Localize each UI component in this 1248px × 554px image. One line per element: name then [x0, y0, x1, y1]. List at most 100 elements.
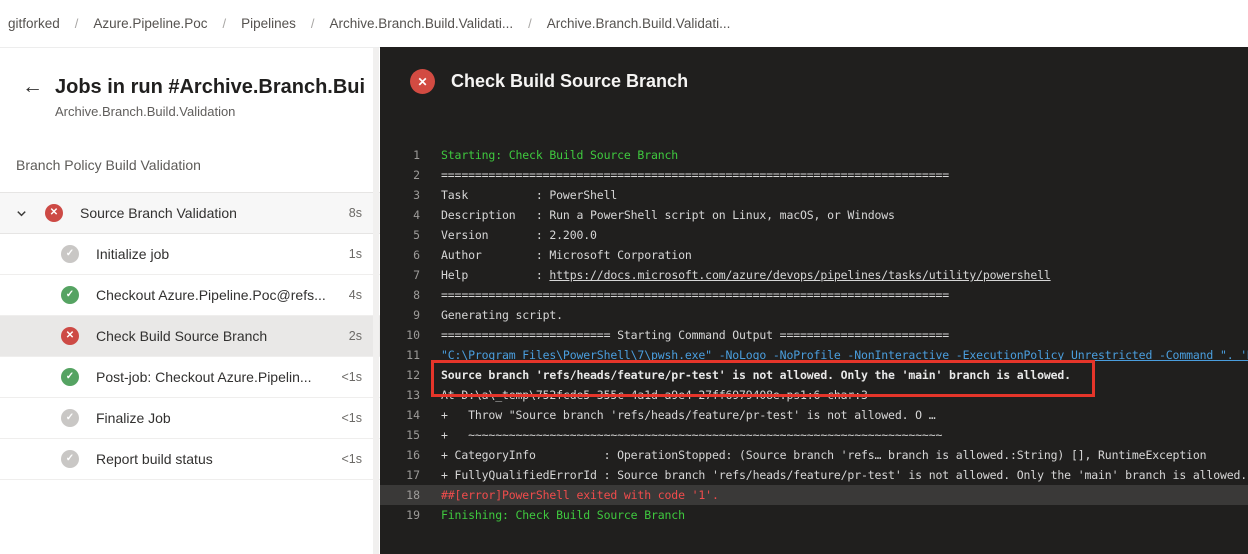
- log-text-wrap: Author : Microsoft Corporation: [441, 248, 692, 262]
- log-line: 18 ##[error]PowerShell exited with code '…: [380, 485, 1248, 505]
- log-line: 10 ========================= Starting Com…: [380, 325, 1248, 345]
- job-list: ✕ Source Branch Validation 8s ✓ Initialize j…: [0, 192, 380, 480]
- line-number: 7: [413, 268, 420, 282]
- job-row[interactable]: ✓ Post-job: Checkout Azure.Pipelin... <1s: [0, 357, 380, 398]
- success-icon: ✓: [61, 368, 79, 386]
- log-text-wrap: Help : https://docs.microsoft.com/azure/…: [441, 268, 1051, 282]
- line-number: 19: [406, 508, 420, 522]
- log-line: 2 =======================================…: [380, 165, 1248, 185]
- line-number: 16: [406, 448, 420, 462]
- log-text-wrap: Finishing: Check Build Source Branch: [441, 508, 685, 522]
- line-number: 14: [406, 408, 420, 422]
- line-number: 10: [406, 328, 420, 342]
- log-text: Author : Microsoft Corporation: [441, 248, 692, 262]
- log-text: Help :: [441, 268, 550, 282]
- line-number: 5: [413, 228, 420, 242]
- error-icon: ✕: [410, 69, 435, 94]
- command-link[interactable]: "C:\Program Files\PowerShell\7\pwsh.exe"…: [441, 348, 1248, 362]
- log-text-wrap: ========================= Starting Comma…: [441, 328, 949, 342]
- log-text: At D:\a\_temp\752fcde5-355c-4a1d-a9e4-27…: [441, 388, 868, 402]
- line-number: 13: [406, 388, 420, 402]
- log-panel: ✕ Check Build Source Branch 1 Starting: C…: [380, 47, 1248, 554]
- job-duration: <1s: [341, 452, 362, 466]
- job-duration: 8s: [348, 206, 362, 220]
- job-row[interactable]: ✓ Finalize Job <1s: [0, 398, 380, 439]
- sidebar-header: ← Jobs in run #Archive.Branch.Buil... Ar…: [0, 48, 380, 119]
- log-lines: 1 Starting: Check Build Source Branch 2 ===…: [380, 145, 1248, 525]
- log-text: ##[error]PowerShell exited with code '1'…: [441, 488, 719, 502]
- log-text-wrap: Description : Run a PowerShell script on…: [441, 208, 895, 222]
- log-text-wrap: + Throw "Source branch 'refs/heads/featu…: [441, 408, 936, 422]
- back-arrow-icon[interactable]: ←: [22, 74, 48, 100]
- log-header: ✕ Check Build Source Branch: [380, 47, 1248, 94]
- log-line: 12 Source branch 'refs/heads/feature/pr-t…: [380, 365, 1248, 385]
- job-row[interactable]: ✕ Check Build Source Branch 2s: [0, 316, 380, 357]
- line-number: 6: [413, 248, 420, 262]
- log-line: 17 + FullyQualifiedErrorId : Source branc…: [380, 465, 1248, 485]
- job-label: Finalize Job: [96, 410, 171, 426]
- log-title: Check Build Source Branch: [451, 71, 689, 91]
- line-number: 8: [413, 288, 420, 302]
- job-row[interactable]: ✓ Initialize job 1s: [0, 234, 380, 275]
- log-text: + CategoryInfo : OperationStopped: (Sour…: [441, 448, 1207, 462]
- skipped-icon: ✓: [61, 245, 79, 263]
- stage-section-label: Branch Policy Build Validation: [16, 157, 201, 173]
- log-text-wrap: Task : PowerShell: [441, 188, 617, 202]
- log-text: ========================= Starting Comma…: [441, 328, 950, 342]
- breadcrumb-item[interactable]: Archive.Branch.Build.Validati...: [541, 16, 737, 31]
- job-duration: <1s: [341, 370, 362, 384]
- log-text-wrap: ##[error]PowerShell exited with code '1'…: [441, 488, 719, 502]
- log-line: 7 Help : https://docs.microsoft.com/azure…: [380, 265, 1248, 285]
- log-text-wrap: At D:\a\_temp\752fcde5-355c-4a1d-a9e4-27…: [441, 388, 868, 402]
- line-number: 17: [406, 468, 420, 482]
- title-block: Jobs in run #Archive.Branch.Buil... Arch…: [55, 74, 366, 119]
- chevron-down-icon[interactable]: [15, 206, 32, 220]
- breadcrumb: gitforked / Azure.Pipeline.Poc / Pipelines / A…: [0, 0, 1248, 48]
- log-text-wrap: Generating script.: [441, 308, 563, 322]
- log-line: 11 "C:\Program Files\PowerShell\7\pwsh.ex…: [380, 345, 1248, 365]
- log-text: + ~~~~~~~~~~~~~~~~~~~~~~~~~~~~~~~~~~~~~~…: [441, 428, 943, 442]
- log-line: 4 Description : Run a PowerShell script o…: [380, 205, 1248, 225]
- job-duration: 1s: [348, 247, 362, 261]
- job-row[interactable]: ✓ Report build status <1s: [0, 439, 380, 480]
- job-row[interactable]: ✓ Checkout Azure.Pipeline.Poc@refs... 4s: [0, 275, 380, 316]
- breadcrumb-item[interactable]: Azure.Pipeline.Poc: [87, 16, 213, 31]
- log-line: 5 Version : 2.200.0: [380, 225, 1248, 245]
- help-link[interactable]: https://docs.microsoft.com/azure/devops/…: [549, 268, 1050, 282]
- log-text: Finishing: Check Build Source Branch: [441, 508, 685, 522]
- line-number: 11: [406, 348, 420, 362]
- log-text: Version : 2.200.0: [441, 228, 597, 242]
- line-number: 4: [413, 208, 420, 222]
- job-label: Source Branch Validation: [80, 205, 237, 221]
- line-number: 15: [406, 428, 420, 442]
- log-text: Task : PowerShell: [441, 188, 618, 202]
- log-line: 13 At D:\a\_temp\752fcde5-355c-4a1d-a9e4-…: [380, 385, 1248, 405]
- log-text-wrap: Starting: Check Build Source Branch: [441, 148, 678, 162]
- log-text-wrap: + FullyQualifiedErrorId : Source branch …: [441, 468, 1247, 482]
- log-text: ========================================…: [441, 168, 950, 182]
- breadcrumb-item[interactable]: Archive.Branch.Build.Validati...: [324, 16, 520, 31]
- error-icon: ✕: [61, 327, 79, 345]
- log-line: 19 Finishing: Check Build Source Branch: [380, 505, 1248, 525]
- log-line: 14 + Throw "Source branch 'refs/heads/fea…: [380, 405, 1248, 425]
- error-icon: ✕: [45, 204, 63, 222]
- log-text: ========================================…: [441, 288, 950, 302]
- job-row[interactable]: ✕ Source Branch Validation 8s: [0, 192, 380, 234]
- log-line: 3 Task : PowerShell: [380, 185, 1248, 205]
- page-title: Jobs in run #Archive.Branch.Buil...: [55, 76, 366, 98]
- line-number: 18: [406, 488, 420, 502]
- sidebar-scrollbar[interactable]: [373, 48, 379, 554]
- log-text: + Throw "Source branch 'refs/heads/featu…: [441, 408, 936, 422]
- breadcrumb-item[interactable]: gitforked: [2, 16, 66, 31]
- breadcrumb-separator: /: [528, 16, 532, 31]
- log-text-wrap: ========================================…: [441, 168, 949, 182]
- log-line: 16 + CategoryInfo : OperationStopped: (So…: [380, 445, 1248, 465]
- log-line: 1 Starting: Check Build Source Branch: [380, 145, 1248, 165]
- line-number: 1: [413, 148, 420, 162]
- job-duration: <1s: [341, 411, 362, 425]
- breadcrumb-item[interactable]: Pipelines: [235, 16, 302, 31]
- log-text-wrap: ========================================…: [441, 288, 949, 302]
- breadcrumb-separator: /: [222, 16, 227, 31]
- log-line: 8 =======================================…: [380, 285, 1248, 305]
- log-line: 6 Author : Microsoft Corporation: [380, 245, 1248, 265]
